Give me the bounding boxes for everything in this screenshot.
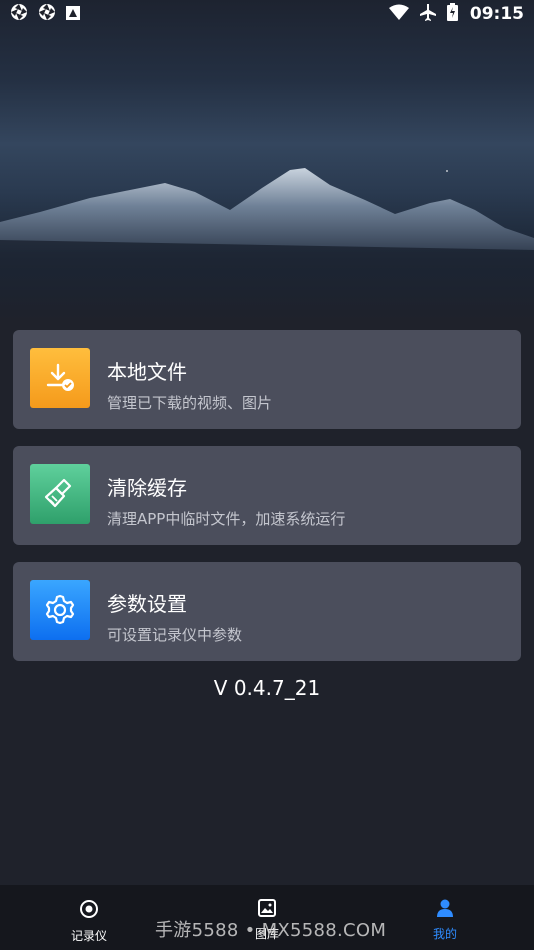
card-title: 清除缓存 <box>107 476 187 500</box>
clear-cache-card[interactable]: 清除缓存 清理APP中临时文件，加速系统运行 <box>13 446 521 545</box>
card-subtitle: 可设置记录仪中参数 <box>107 626 243 644</box>
hero-mountain-banner <box>0 0 534 320</box>
aperture-icon <box>38 3 56 25</box>
card-title: 参数设置 <box>107 592 187 616</box>
download-check-icon <box>30 348 90 408</box>
settings-card[interactable]: 参数设置 可设置记录仪中参数 <box>13 562 521 661</box>
card-subtitle: 清理APP中临时文件，加速系统运行 <box>107 510 346 528</box>
broom-icon <box>30 464 90 524</box>
clock: 09:15 <box>469 4 524 24</box>
card-subtitle: 管理已下载的视频、图片 <box>107 394 273 412</box>
nav-label: 记录仪 <box>70 929 107 943</box>
image-notification-icon <box>66 5 80 24</box>
airplane-icon <box>419 3 437 25</box>
status-bar: 09:15 <box>0 0 534 28</box>
local-files-card[interactable]: 本地文件 管理已下载的视频、图片 <box>13 330 521 429</box>
camera-lens-icon <box>79 899 99 923</box>
battery-charging-icon <box>446 3 458 25</box>
person-icon <box>436 899 454 921</box>
nav-item-recorder[interactable]: 记录仪 <box>0 885 178 950</box>
version-label: V 0.4.7_21 <box>213 676 321 700</box>
card-title: 本地文件 <box>107 360 187 384</box>
nav-label: 我的 <box>432 927 457 941</box>
gear-icon <box>30 580 90 640</box>
watermark: 手游5588 • MX5588.COM <box>155 920 387 941</box>
wifi-icon <box>388 4 409 24</box>
aperture-icon <box>10 3 28 25</box>
